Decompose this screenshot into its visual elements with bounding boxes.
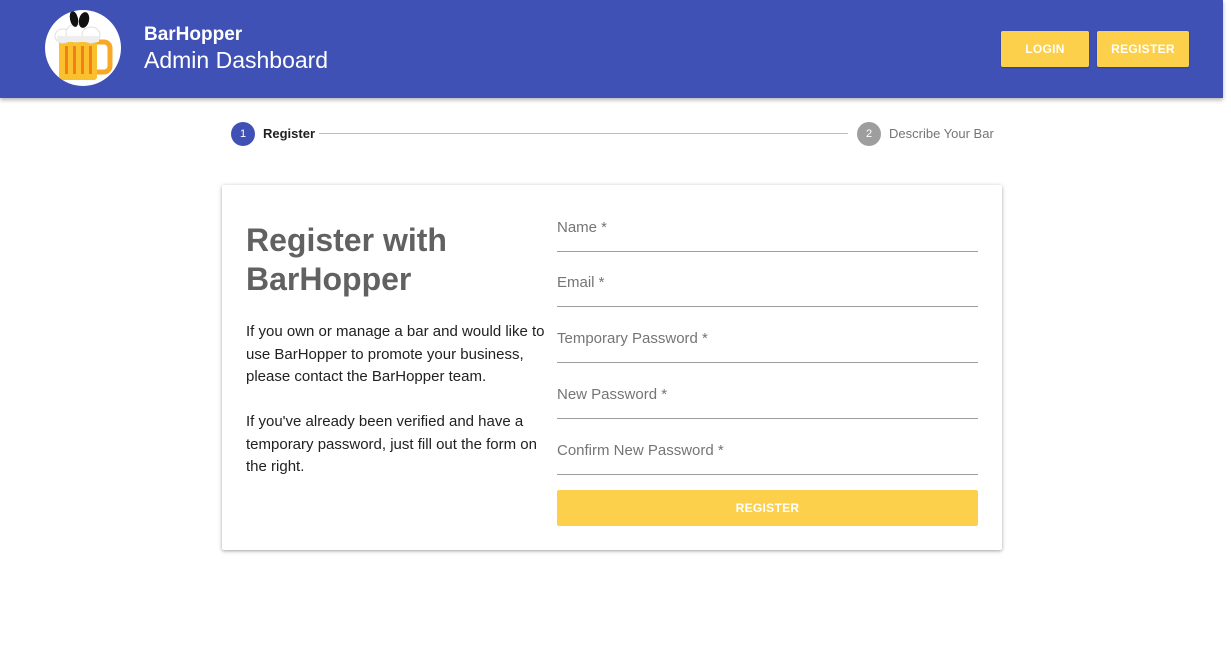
new-password-input[interactable] <box>557 379 978 419</box>
email-field: Email * <box>557 267 978 307</box>
register-submit-button[interactable]: REGISTER <box>557 490 978 526</box>
instructions-paragraph: If you've already been verified and have… <box>246 413 537 475</box>
app-bar: BarHopper Admin Dashboard LOGIN REGISTER <box>0 0 1223 98</box>
step-1-indicator: 1 <box>231 122 255 146</box>
login-button[interactable]: LOGIN <box>1001 31 1089 67</box>
stepper: 1 Register 2 Describe Your Bar <box>231 122 1001 146</box>
confirm-password-input[interactable] <box>557 435 978 475</box>
logo <box>45 10 121 86</box>
confirm-password-field: Confirm New Password * <box>557 435 978 475</box>
beer-mug-icon <box>54 11 113 80</box>
register-card: Register with BarHopper If you own or ma… <box>222 185 1002 550</box>
name-field: Name * <box>557 212 978 252</box>
intro-paragraph: If you own or manage a bar and would lik… <box>246 323 545 385</box>
temporary-password-field: Temporary Password * <box>557 323 978 363</box>
new-password-field: New Password * <box>557 379 978 419</box>
temporary-password-input[interactable] <box>557 323 978 363</box>
step-2-indicator: 2 <box>857 122 881 146</box>
step-2-label: Describe Your Bar <box>889 126 994 141</box>
step-connector <box>319 133 848 134</box>
name-input[interactable] <box>557 212 978 252</box>
app-subtitle: Admin Dashboard <box>144 47 329 73</box>
register-nav-button[interactable]: REGISTER <box>1097 31 1189 67</box>
step-1-label: Register <box>263 126 316 141</box>
email-input[interactable] <box>557 267 978 307</box>
brand-name: BarHopper <box>144 24 243 45</box>
card-title: Register with BarHopper <box>246 222 447 297</box>
